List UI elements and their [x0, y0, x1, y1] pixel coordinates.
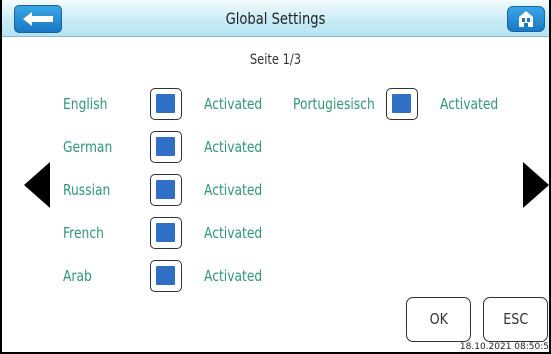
language-label-arab: Arab: [63, 267, 92, 285]
status-portugiesisch: Activated: [440, 95, 499, 113]
settings-screen: Global Settings Seite 1/3 English Activa…: [0, 0, 551, 354]
page-title: Global Settings: [225, 9, 326, 28]
esc-button[interactable]: ESC: [483, 297, 548, 342]
back-arrow-icon: [23, 12, 53, 26]
status-arab: Activated: [204, 267, 263, 285]
ok-button[interactable]: OK: [406, 297, 471, 342]
language-label-french: French: [63, 224, 104, 242]
language-label-russian: Russian: [63, 181, 111, 199]
status-german: Activated: [204, 138, 263, 156]
language-label-portugiesisch: Portugiesisch: [293, 95, 375, 113]
checkbox-checked-mark: [156, 223, 175, 242]
esc-button-label: ESC: [502, 310, 529, 328]
triangle-left-icon: [24, 162, 50, 208]
previous-page-arrow[interactable]: [24, 162, 50, 208]
triangle-right-icon: [523, 162, 549, 208]
checkbox-german[interactable]: [150, 131, 182, 163]
next-page-arrow[interactable]: [523, 162, 549, 208]
ok-button-label: OK: [429, 310, 448, 328]
checkbox-checked-mark: [156, 266, 175, 285]
status-russian: Activated: [204, 181, 263, 199]
checkbox-russian[interactable]: [150, 174, 182, 206]
timestamp: 18.10.2021 08:50:5: [459, 342, 549, 352]
checkbox-checked-mark: [392, 94, 411, 113]
home-button[interactable]: [507, 6, 545, 32]
checkbox-checked-mark: [156, 180, 175, 199]
checkbox-portugiesisch[interactable]: [386, 88, 418, 120]
language-label-german: German: [63, 138, 113, 156]
title-bar: Global Settings: [2, 0, 549, 37]
status-french: Activated: [204, 224, 263, 242]
page-indicator: Seite 1/3: [249, 52, 302, 68]
checkbox-checked-mark: [156, 94, 175, 113]
language-label-english: English: [63, 95, 108, 113]
status-english: Activated: [204, 95, 263, 113]
home-icon: [519, 11, 533, 27]
checkbox-arab[interactable]: [150, 260, 182, 292]
checkbox-checked-mark: [156, 137, 175, 156]
checkbox-english[interactable]: [150, 88, 182, 120]
checkbox-french[interactable]: [150, 217, 182, 249]
